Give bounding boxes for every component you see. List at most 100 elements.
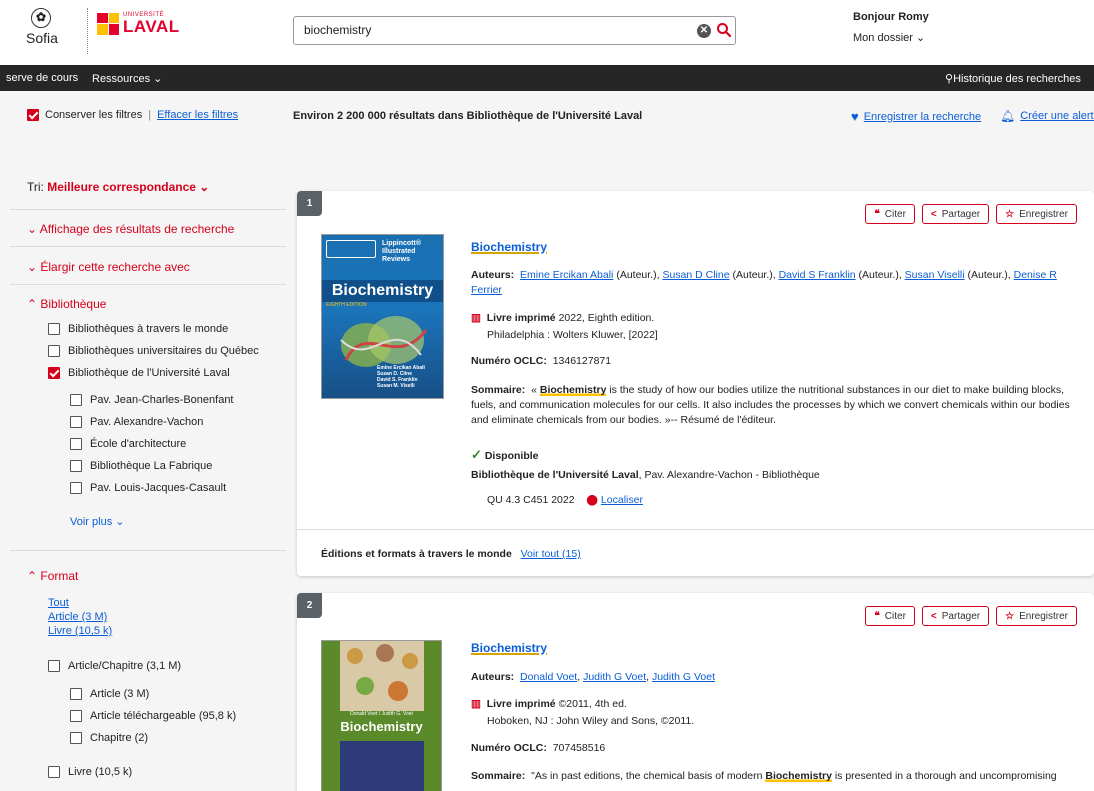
result-number: 1 bbox=[297, 191, 322, 216]
result-card: 1 ❝ Citer < Partager ☆ Enregistrer Lippinco… bbox=[297, 191, 1094, 576]
branch-option[interactable]: Pav. Alexandre-Vachon bbox=[70, 416, 203, 428]
checkbox[interactable] bbox=[48, 660, 60, 672]
search-history-icon: ⚲ bbox=[945, 73, 954, 85]
oclc-line: Numéro OCLC: 707458516 bbox=[471, 742, 606, 754]
logo-divider bbox=[87, 8, 88, 54]
oclc-line: Numéro OCLC: 1346127871 bbox=[471, 355, 612, 367]
library-option[interactable]: Bibliothèques universitaires du Québec bbox=[48, 345, 259, 357]
quote-icon: ❝ bbox=[874, 208, 880, 220]
authors-line: Auteurs: Emine Ercikan Abali (Auteur.), … bbox=[471, 269, 1057, 296]
locate-link[interactable]: Localiser bbox=[601, 494, 643, 506]
publisher: Hoboken, NJ : John Wiley and Sons, ©2011… bbox=[487, 715, 695, 727]
checkbox[interactable] bbox=[70, 710, 82, 722]
keep-filters-checkbox[interactable] bbox=[27, 109, 39, 121]
chevron-down-icon: ⌄ bbox=[153, 73, 163, 85]
sofia-label: Sofia bbox=[26, 30, 58, 46]
author-link[interactable]: Donald Voet bbox=[520, 671, 577, 683]
result-title-link[interactable]: Biochemistry bbox=[471, 641, 547, 655]
section-library-toggle[interactable]: ⌃ Bibliothèque bbox=[27, 297, 106, 311]
universite-laval-logo[interactable]: UNIVERSITÉ LAVAL bbox=[97, 12, 180, 35]
sort-control[interactable]: Tri: Meilleure correspondance ⌄ bbox=[27, 180, 209, 194]
cite-button[interactable]: ❝ Citer bbox=[865, 204, 915, 224]
section-expand-toggle[interactable]: ⌄ Élargir cette recherche avec bbox=[27, 260, 190, 274]
chevron-down-icon: ⌄ bbox=[915, 32, 926, 44]
author-link[interactable]: Judith G Voet bbox=[583, 671, 646, 683]
book-cover[interactable]: Donald Voet / Judith G. Voet Biochemistr… bbox=[321, 640, 442, 791]
editions-link[interactable]: Voir tout (15) bbox=[521, 548, 581, 560]
book-icon: ▥ bbox=[471, 698, 481, 710]
quote-icon: ❝ bbox=[874, 610, 880, 622]
sofia-logo-icon: ✿ bbox=[31, 8, 51, 28]
library-option[interactable]: Bibliothèques à travers le monde bbox=[48, 323, 228, 335]
save-button[interactable]: ☆ Enregistrer bbox=[996, 204, 1077, 224]
branch-option[interactable]: Pav. Louis-Jacques-Casault bbox=[70, 482, 226, 494]
checkbox[interactable] bbox=[70, 482, 82, 494]
format-line: ▥ Livre imprimé 2022, Eighth edition. bbox=[471, 312, 655, 324]
checkbox[interactable] bbox=[70, 394, 82, 406]
save-search-link[interactable]: Enregistrer la recherche bbox=[864, 111, 981, 123]
checkbox[interactable] bbox=[48, 766, 60, 778]
checkbox[interactable] bbox=[48, 367, 60, 379]
checkbox[interactable] bbox=[70, 416, 82, 428]
create-alert-link[interactable]: Créer une alerte bbox=[1020, 110, 1094, 122]
save-button[interactable]: ☆ Enregistrer bbox=[996, 606, 1077, 626]
checkbox[interactable] bbox=[48, 345, 60, 357]
authors-line: Auteurs: Donald Voet, Judith G Voet, Jud… bbox=[471, 671, 716, 683]
nav-item-ressources[interactable]: Ressources ⌄ bbox=[92, 72, 162, 85]
main-nav: serve de cours Ressources ⌄ ⚲Historique … bbox=[0, 65, 1094, 91]
author-link[interactable]: Susan Viselli bbox=[905, 269, 965, 281]
star-icon: ☆ bbox=[1005, 208, 1015, 220]
format-option[interactable]: Article téléchargeable (95,8 k) bbox=[70, 710, 236, 722]
share-button[interactable]: < Partager bbox=[921, 204, 990, 224]
checkbox[interactable] bbox=[48, 323, 60, 335]
branch-option[interactable]: École d'architecture bbox=[70, 438, 186, 450]
format-link-all[interactable]: Tout bbox=[48, 597, 69, 609]
heart-icon: ♥ bbox=[851, 109, 859, 124]
keep-filters-label: Conserver les filtres bbox=[45, 109, 143, 121]
divider bbox=[10, 550, 286, 551]
section-display-toggle[interactable]: ⌄ Affichage des résultats de recherche bbox=[27, 222, 234, 236]
author-link[interactable]: Emine Ercikan Abali bbox=[520, 269, 613, 281]
format-link-article[interactable]: Article (3 M) bbox=[48, 611, 107, 623]
branch-option[interactable]: Pav. Jean-Charles-Bonenfant bbox=[70, 394, 234, 406]
search-input[interactable] bbox=[304, 23, 684, 37]
nav-item-reserve[interactable]: serve de cours bbox=[6, 72, 78, 84]
account-menu[interactable]: Mon dossier ⌄ bbox=[853, 31, 925, 44]
share-button[interactable]: < Partager bbox=[921, 606, 990, 626]
checkbox[interactable] bbox=[70, 438, 82, 450]
search-box: ✕ bbox=[293, 16, 736, 45]
format-option[interactable]: Chapitre (2) bbox=[70, 732, 148, 744]
filter-bar: Conserver les filtres | Effacer les filt… bbox=[0, 91, 1094, 141]
author-link[interactable]: Susan D Cline bbox=[662, 269, 729, 281]
library-option[interactable]: Bibliothèque de l'Université Laval bbox=[48, 367, 230, 379]
format-link-book[interactable]: Livre (10,5 k) bbox=[48, 625, 112, 637]
book-icon: ▥ bbox=[471, 312, 481, 324]
divider bbox=[10, 284, 286, 285]
checkbox[interactable] bbox=[70, 688, 82, 700]
branch-option[interactable]: Bibliothèque La Fabrique bbox=[70, 460, 212, 472]
checkbox[interactable] bbox=[70, 460, 82, 472]
check-icon: ✓ bbox=[471, 447, 482, 462]
cite-button[interactable]: ❝ Citer bbox=[865, 606, 915, 626]
checkbox[interactable] bbox=[70, 732, 82, 744]
call-number-line: QU 4.3 C451 2022 ⬤ Localiser bbox=[487, 494, 643, 506]
star-icon: ☆ bbox=[1005, 610, 1015, 622]
clear-filters-link[interactable]: Effacer les filtres bbox=[157, 109, 238, 121]
result-title-link[interactable]: Biochemistry bbox=[471, 240, 547, 254]
format-option[interactable]: Livre (10,5 k) bbox=[48, 766, 132, 778]
format-option[interactable]: Article/Chapitre (3,1 M) bbox=[48, 660, 181, 672]
format-option[interactable]: Article (3 M) bbox=[70, 688, 149, 700]
section-format-toggle[interactable]: ⌃ Format bbox=[27, 569, 78, 583]
book-cover[interactable]: Lippincott® Illustrated Reviews Biochemi… bbox=[321, 234, 444, 399]
sofia-logo[interactable]: ✿ Sofia bbox=[26, 8, 58, 46]
search-history-link[interactable]: ⚲Historique des recherches bbox=[945, 72, 1081, 85]
clear-search-icon[interactable]: ✕ bbox=[697, 24, 711, 38]
search-icon[interactable] bbox=[716, 22, 732, 38]
chevron-down-icon: ⌄ bbox=[115, 516, 125, 528]
author-link[interactable]: David S Franklin bbox=[779, 269, 856, 281]
author-link[interactable]: Judith G Voet bbox=[652, 671, 715, 683]
create-alert[interactable]: 🔔︎ Créer une alerte bbox=[1000, 109, 1094, 123]
see-more-link[interactable]: Voir plus ⌄ bbox=[70, 515, 124, 528]
keep-filters: Conserver les filtres | Effacer les filt… bbox=[27, 109, 238, 121]
save-search[interactable]: ♥ Enregistrer la recherche bbox=[851, 109, 981, 124]
